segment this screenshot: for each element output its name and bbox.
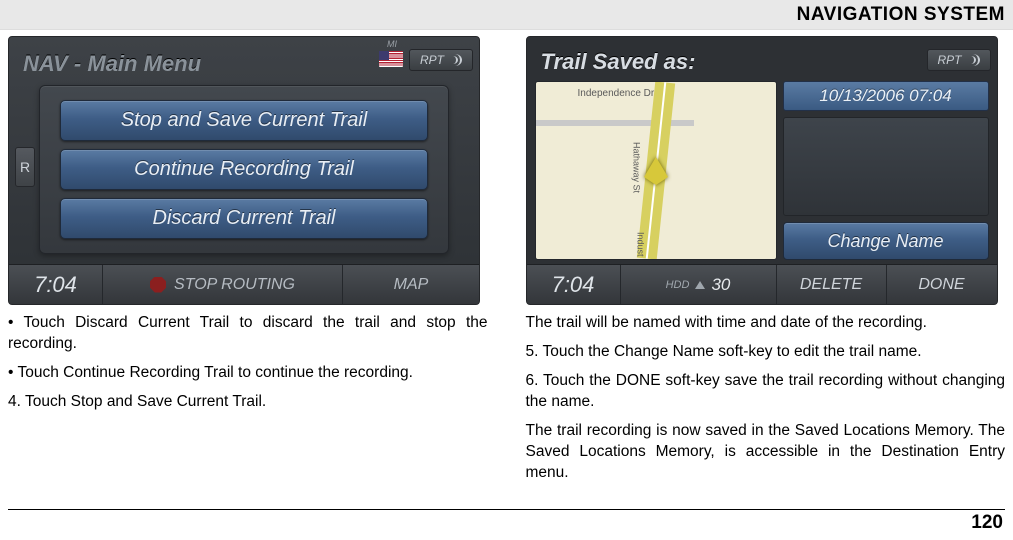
- left-para-3: 4. Touch Stop and Save Current Trail.: [8, 392, 488, 413]
- trail-timestamp: 10/13/2006 07:04: [783, 81, 989, 111]
- rpt-label: RPT: [938, 53, 962, 67]
- trail-saved-footer: 7:04 HDD 30 DELETE DONE: [527, 264, 997, 304]
- rpt-label: RPT: [420, 53, 444, 67]
- right-para-4: The trail recording is now saved in the …: [526, 421, 1006, 484]
- left-column-text: • Touch Discard Current Trail to discard…: [8, 313, 488, 413]
- unit-label-mi: MI: [387, 39, 397, 49]
- triangle-up-icon: [695, 281, 705, 289]
- done-button[interactable]: DONE: [887, 265, 997, 304]
- audio-waves-icon: [966, 53, 980, 67]
- continue-recording-trail-button[interactable]: Continue Recording Trail: [60, 149, 428, 190]
- trail-saved-sidebar: 10/13/2006 07:04 Change Name: [783, 81, 989, 260]
- trail-saved-screenshot: Trail Saved as: RPT Independence Dr Hath…: [526, 36, 998, 305]
- right-para-1: The trail will be named with time and da…: [526, 313, 1006, 334]
- map-label-indust: Indust: [636, 232, 646, 257]
- nav-main-menu-title: NAV - Main Menu: [23, 51, 201, 77]
- change-name-button[interactable]: Change Name: [783, 222, 989, 260]
- page-number: 120: [971, 512, 1003, 534]
- hdd-label: HDD: [666, 279, 690, 291]
- discard-current-trail-button[interactable]: Discard Current Trail: [60, 198, 428, 239]
- left-para-1: • Touch Discard Current Trail to discard…: [8, 313, 488, 355]
- rpt-button[interactable]: RPT: [409, 49, 473, 71]
- stop-routing-label: STOP ROUTING: [174, 276, 295, 294]
- trail-options-panel: Stop and Save Current Trail Continue Rec…: [39, 85, 449, 254]
- map-label-hathaway: Hathaway St: [632, 142, 642, 193]
- trail-saved-title: Trail Saved as:: [541, 49, 696, 75]
- nav-footer: 7:04 STOP ROUTING MAP: [9, 264, 479, 304]
- left-para-2: • Touch Continue Recording Trail to cont…: [8, 363, 488, 384]
- audio-waves-icon: [448, 53, 462, 67]
- side-r-tab[interactable]: R: [15, 147, 35, 187]
- right-para-3: 6. Touch the DONE soft-key save the trai…: [526, 371, 1006, 413]
- page-footer-rule: [8, 509, 1005, 510]
- clock-display: 7:04: [527, 265, 621, 304]
- hdd-indicator: HDD 30: [621, 265, 777, 304]
- page-header: NAVIGATION SYSTEM: [0, 0, 1013, 30]
- right-column-text: The trail will be named with time and da…: [526, 313, 1006, 483]
- rpt-button[interactable]: RPT: [927, 49, 991, 71]
- stop-routing-button[interactable]: STOP ROUTING: [103, 265, 343, 304]
- current-location-marker-icon: [644, 157, 668, 177]
- nav-main-menu-screenshot: NAV - Main Menu MI RPT R Stop and Save C…: [8, 36, 480, 305]
- trail-info-panel: [783, 117, 989, 216]
- map-preview: Independence Dr Hathaway St Indust: [535, 81, 777, 260]
- us-flag-icon: [379, 51, 403, 67]
- right-para-2: 5. Touch the Change Name soft-key to edi…: [526, 342, 1006, 363]
- page-header-title: NAVIGATION SYSTEM: [797, 4, 1005, 26]
- clock-display: 7:04: [9, 265, 103, 304]
- stop-sign-icon: [150, 277, 166, 293]
- stop-save-trail-button[interactable]: Stop and Save Current Trail: [60, 100, 428, 141]
- hdd-value: 30: [711, 275, 730, 295]
- map-label-independence: Independence Dr: [578, 88, 655, 99]
- delete-button[interactable]: DELETE: [777, 265, 887, 304]
- map-button[interactable]: MAP: [343, 265, 479, 304]
